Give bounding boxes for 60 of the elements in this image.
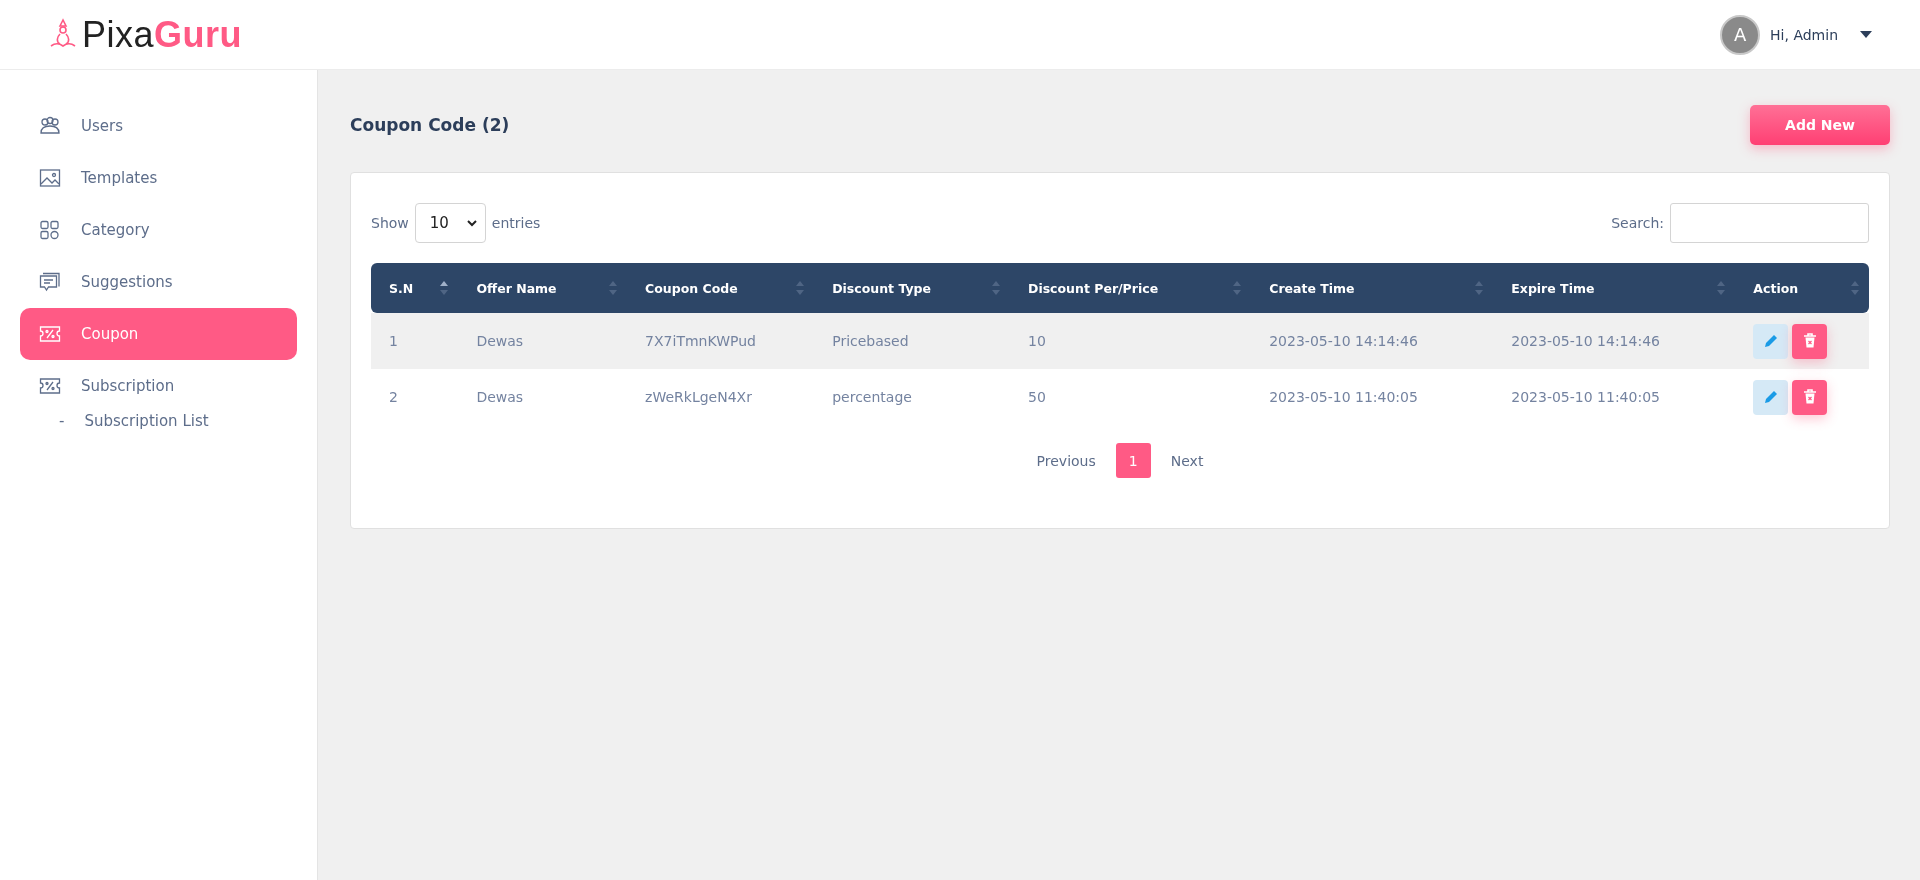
entries-dropdown[interactable]: 10 (414, 203, 486, 243)
trash-icon (1802, 389, 1817, 405)
delete-button[interactable] (1792, 379, 1828, 415)
pencil-icon (1762, 333, 1779, 349)
table-cell: 2023-05-10 11:40:05 (1269, 389, 1418, 405)
coupon-icon (39, 324, 61, 344)
column-header[interactable]: Discount Type (814, 263, 1010, 313)
column-header[interactable]: S.N (371, 263, 459, 313)
table-cell: Pricebased (832, 333, 909, 349)
edit-button[interactable] (1753, 379, 1789, 415)
user-greeting[interactable]: Hi, Admin (1770, 26, 1838, 43)
sidebar-subitem[interactable]: Subscription List (84, 412, 209, 430)
sidebar-item[interactable]: Category (20, 204, 297, 256)
add-new-button[interactable]: Add New (1750, 105, 1890, 145)
table-cell: 2023-05-10 14:14:46 (1269, 333, 1418, 349)
bullet: - (59, 412, 65, 430)
search-field[interactable] (1670, 203, 1869, 243)
avatar[interactable]: A (1720, 14, 1761, 55)
column-header[interactable]: Expire Time (1493, 263, 1736, 313)
logo-text: PixaGuru (82, 13, 243, 56)
caret-icon[interactable] (1860, 31, 1872, 38)
table-cell: 1 (389, 333, 398, 349)
page-number[interactable]: 1 (1115, 443, 1151, 478)
page-title: Coupon Code (2) (350, 115, 510, 135)
column-header[interactable]: Action (1735, 263, 1869, 313)
entries-label: entries (491, 215, 541, 231)
column-header[interactable]: Coupon Code (627, 263, 815, 313)
table-cell: percentage (832, 389, 912, 405)
edit-button[interactable] (1753, 323, 1789, 359)
sidebar-item[interactable]: Suggestions (20, 256, 297, 308)
delete-button[interactable] (1792, 323, 1828, 359)
table-cell: 2 (389, 389, 398, 405)
sort-icon[interactable] (440, 281, 449, 295)
table-cell: 2023-05-10 14:14:46 (1511, 333, 1660, 349)
grid-icon (39, 220, 61, 240)
users-icon (39, 116, 61, 136)
next-link[interactable]: Next (1170, 452, 1204, 469)
coupon-icon (39, 376, 61, 396)
show-label: Show (371, 215, 409, 231)
table-cell: 7X7iTmnKWPud (645, 333, 756, 349)
pencil-icon (1762, 389, 1779, 405)
chevron-icon[interactable] (466, 219, 477, 227)
table-cell: Dewas (476, 389, 524, 405)
sidebar-item[interactable]: Templates (20, 152, 297, 204)
table-cell: 50 (1028, 389, 1046, 405)
sidebar-item[interactable]: Subscription (20, 360, 297, 412)
image-icon (39, 168, 61, 188)
trash-icon (1802, 333, 1817, 349)
table-cell: zWeRkLgeN4Xr (645, 389, 752, 405)
sidebar-item[interactable]: Users (20, 100, 297, 152)
table-cell: 2023-05-10 11:40:05 (1511, 389, 1660, 405)
search-label: Search: (1611, 215, 1664, 231)
column-header[interactable]: Discount Per/Price (1010, 263, 1252, 313)
previous-link[interactable]: Previous (1036, 452, 1096, 469)
column-header[interactable]: Create Time (1251, 263, 1494, 313)
column-header[interactable]: Offer Name (458, 263, 628, 313)
table-cell: 10 (1028, 333, 1046, 349)
table-cell: Dewas (476, 333, 524, 349)
chat-icon (39, 272, 61, 292)
sidebar-item[interactable]: Coupon (20, 308, 297, 360)
